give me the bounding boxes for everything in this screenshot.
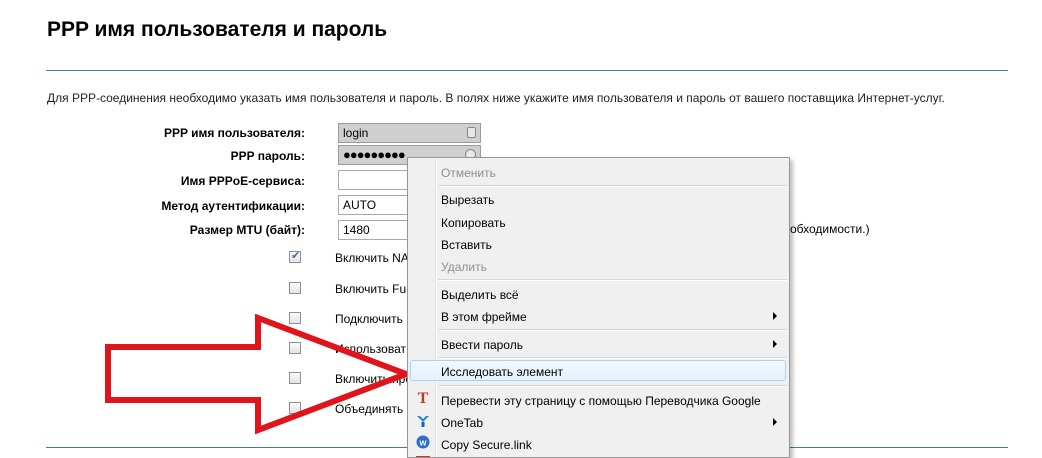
onetab-icon xyxy=(415,414,431,430)
submenu-arrow-icon xyxy=(773,340,777,348)
annotation-arrow-icon xyxy=(105,314,415,435)
menu-item-select-all[interactable]: Выделить всё xyxy=(441,288,519,302)
menu-item-onetab[interactable]: OneTab xyxy=(441,416,483,430)
secure-link-icon: w xyxy=(415,435,431,451)
menu-separator xyxy=(438,385,787,387)
menu-separator xyxy=(438,185,787,187)
menu-item-cut[interactable]: Вырезать xyxy=(441,193,494,207)
svg-text:w: w xyxy=(418,438,427,448)
password-label: PPP пароль: xyxy=(230,149,305,163)
auth-label: Метод аутентификации: xyxy=(161,199,305,213)
page-description: Для PPP-соединения необходимо указать им… xyxy=(47,91,945,105)
submenu-arrow-icon xyxy=(773,312,777,320)
menu-item-translate[interactable]: Перевести эту страницу с помощью Перевод… xyxy=(441,394,761,408)
mtu-label: Размер MTU (байт): xyxy=(189,223,305,237)
username-value: login xyxy=(343,126,369,140)
menu-gutter xyxy=(435,160,437,457)
menu-separator xyxy=(438,357,787,359)
menu-item-this-frame[interactable]: В этом фрейме xyxy=(441,310,527,324)
option-checkbox-1[interactable] xyxy=(289,249,301,263)
menu-separator xyxy=(438,329,787,331)
option-label-1: Включить NA xyxy=(335,251,409,265)
mtu-value: 1480 xyxy=(343,223,370,237)
mtu-hint: обходимости.) xyxy=(790,222,870,236)
password-value: ●●●●●●●●● xyxy=(343,147,406,162)
context-menu: Отменить Вырезать Копировать Вставить Уд… xyxy=(407,157,790,458)
top-divider xyxy=(46,70,1008,71)
menu-item-paste[interactable]: Вставить xyxy=(441,238,492,252)
menu-item-delete[interactable]: Удалить xyxy=(441,260,487,274)
option-label-2: Включить Fu xyxy=(335,282,407,296)
menu-item-enter-password[interactable]: Ввести пароль xyxy=(441,338,523,352)
service-label: Имя PPPoE-сервиса: xyxy=(180,174,305,188)
page-title: PPP имя пользователя и пароль xyxy=(47,18,388,41)
menu-item-undo[interactable]: Отменить xyxy=(441,166,496,180)
menu-separator xyxy=(438,279,787,281)
option-checkbox-2[interactable] xyxy=(289,282,301,294)
username-input[interactable]: login xyxy=(338,123,481,143)
autofill-key-icon[interactable] xyxy=(467,127,476,138)
translate-icon: T xyxy=(417,390,429,407)
menu-item-copy[interactable]: Копировать xyxy=(441,216,506,230)
username-label: PPP имя пользователя: xyxy=(163,126,305,140)
auth-value: AUTO xyxy=(343,198,377,212)
menu-item-copy-secure-link[interactable]: Copy Secure.link xyxy=(441,438,532,452)
submenu-arrow-icon xyxy=(773,418,777,426)
menu-item-inspect[interactable]: Исследовать элемент xyxy=(441,365,563,379)
